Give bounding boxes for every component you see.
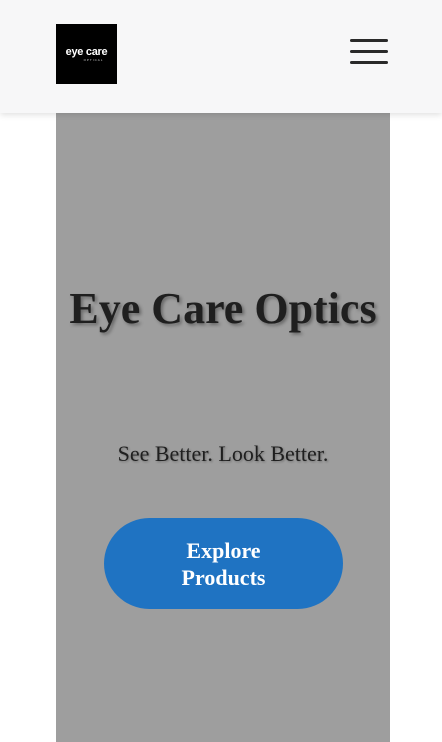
explore-products-button[interactable]: Explore Products [104,518,343,609]
logo-text: eye care [65,45,108,58]
hero-title: Eye Care Optics [69,284,377,333]
brand-logo[interactable]: eye care OPTICAL [56,24,117,84]
hero-section: Eye Care Optics See Better. Look Better.… [56,113,390,742]
menu-bar [350,39,388,42]
hamburger-menu-icon[interactable] [350,36,388,66]
hero-tagline: See Better. Look Better. [117,441,329,466]
menu-bar [350,61,388,64]
menu-bar [350,50,388,53]
explore-products-label: Explore Products [181,537,266,590]
logo-subtext: OPTICAL [83,57,104,62]
site-header: eye care OPTICAL [0,0,442,113]
